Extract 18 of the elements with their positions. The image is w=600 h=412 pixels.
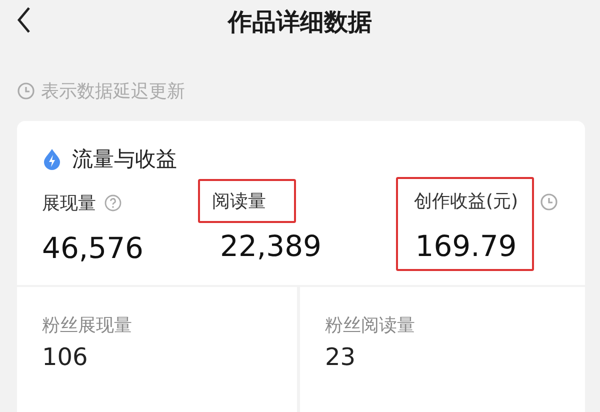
section-title: 流量与收益 <box>72 146 177 173</box>
page-title: 作品详细数据 <box>228 7 372 38</box>
metric-value: 46,576 <box>42 231 144 265</box>
metric-label: 创作收益(元) <box>414 190 518 213</box>
metric-value: 106 <box>42 343 89 371</box>
help-icon <box>104 194 122 212</box>
metric-label: 展现量 <box>42 192 96 215</box>
metric-label: 阅读量 <box>212 190 266 213</box>
back-icon[interactable] <box>16 6 32 34</box>
metric-value: 22,389 <box>220 229 322 263</box>
delay-note: 表示数据延迟更新 <box>41 80 185 103</box>
metric-value: 169.79 <box>415 229 517 263</box>
metric-label: 粉丝阅读量 <box>325 314 416 337</box>
clock-icon <box>540 193 558 211</box>
clock-icon <box>17 82 35 100</box>
metric-value: 23 <box>325 343 357 371</box>
lightning-drop-icon <box>42 148 62 170</box>
metric-label: 粉丝展现量 <box>42 314 133 337</box>
